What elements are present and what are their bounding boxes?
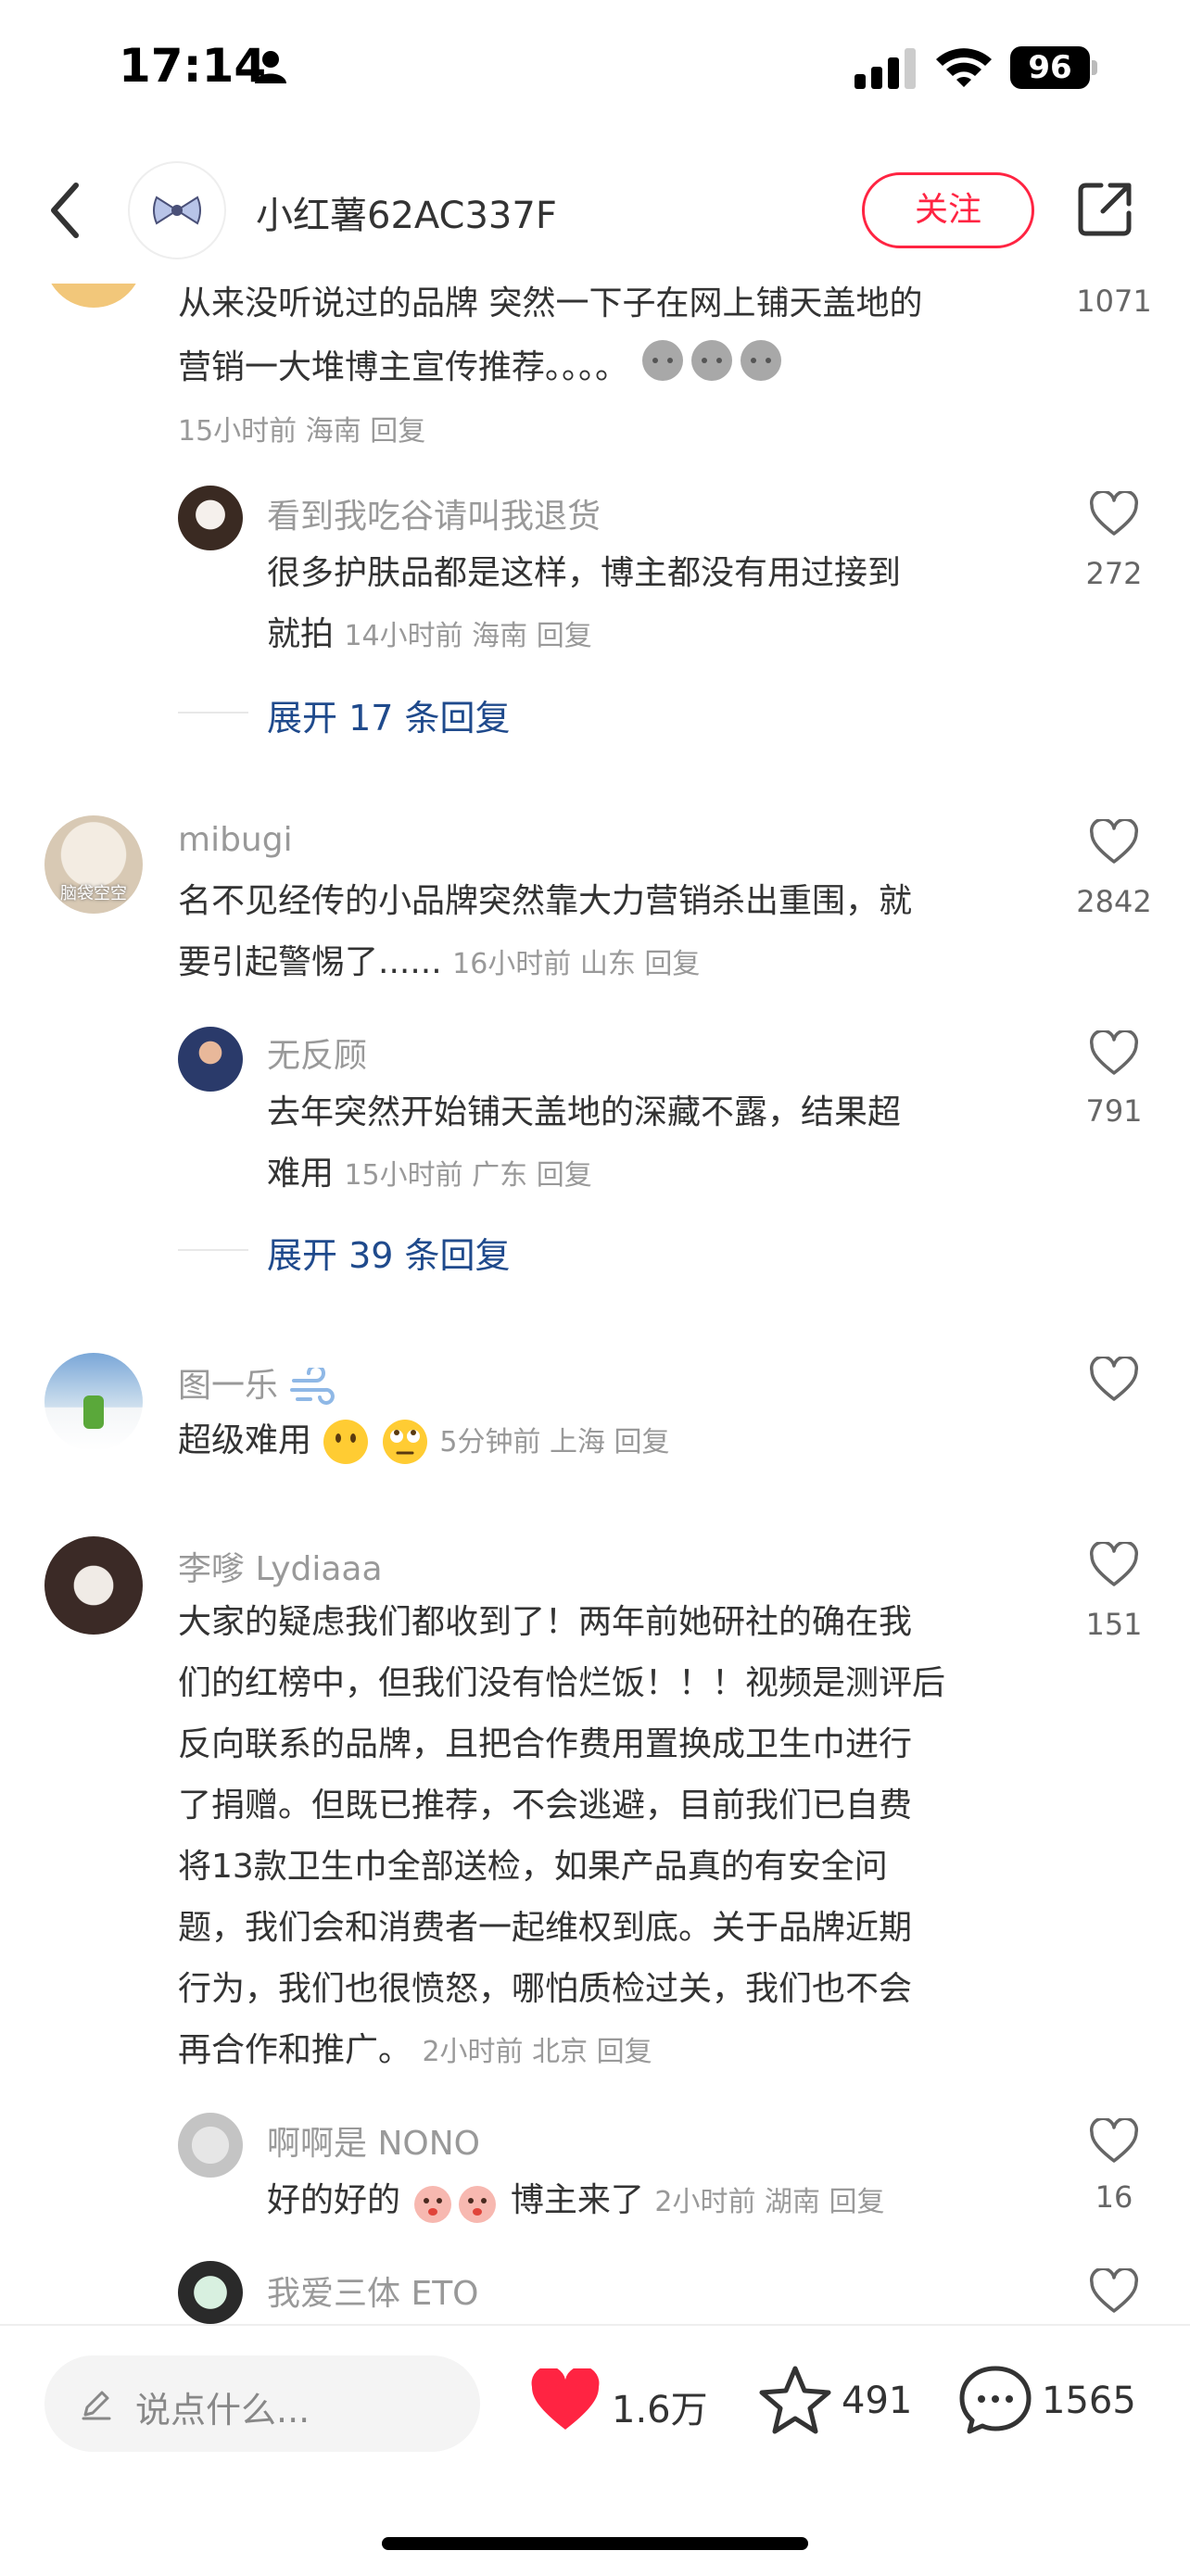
comment-text: 再合作和推广。 2小时前 北京 回复 — [178, 2031, 652, 2069]
reply-username[interactable]: 看到我吃谷请叫我退货 — [267, 489, 601, 537]
person-icon — [255, 51, 286, 83]
reply-text: 去年突然开始铺天盖地的深藏不露，结果超 — [267, 1093, 902, 1131]
comment-avatar[interactable] — [44, 1353, 143, 1451]
comment-meta[interactable]: 15小时前 海南 回复 — [178, 408, 425, 448]
expand-replies-link[interactable]: 展开 17 条回复 — [267, 689, 511, 740]
expand-replies-link[interactable]: 展开 39 条回复 — [267, 1227, 511, 1278]
wifi-icon — [936, 48, 992, 87]
comment-text: 了捐赠。但既已推荐，不会逃避，目前我们已自费 — [178, 1787, 913, 1825]
reply-text: 很多护肤品都是这样，博主都没有用过接到 — [267, 554, 902, 592]
heart-icon[interactable] — [1088, 2268, 1140, 2315]
comment-text: 名不见经传的小品牌突然靠大力营销杀出重围，就 — [178, 882, 913, 920]
comment-bubble-icon[interactable] — [958, 2365, 1032, 2435]
heart-icon[interactable] — [1088, 1030, 1140, 1077]
cute-face-emoji — [414, 2186, 497, 2223]
comment-meta[interactable]: 5分钟前 上海 回复 — [439, 1426, 669, 1458]
reply-avatar[interactable] — [178, 486, 243, 550]
dash-emoji-icon — [290, 1368, 335, 1405]
comment-username[interactable]: 李嗲 Lydiaaa — [178, 1542, 383, 1590]
avatar-caption: 脑袋空空 — [60, 884, 127, 903]
comment-text: 要引起警惕了...... 16小时前 山东 回复 — [178, 943, 701, 981]
reply-meta[interactable]: 15小时前 广东 回复 — [344, 1159, 591, 1192]
reply-meta[interactable]: 14小时前 海南 回复 — [344, 620, 591, 652]
divider — [178, 1249, 248, 1251]
like-count: 272 — [1085, 556, 1143, 591]
comment-text: 将13款卫生巾全部送检，如果产品真的有安全问 — [178, 1848, 888, 1886]
comment-meta[interactable]: 2小时前 北京 回复 — [422, 2036, 652, 2068]
sweat-emoji — [639, 335, 785, 403]
like-count: 1071 — [1076, 284, 1152, 319]
heart-icon[interactable] — [1088, 819, 1140, 865]
divider — [178, 712, 248, 713]
comment-text: 从来没听说过的品牌 突然一下子在网上铺天盖地的 — [178, 284, 923, 322]
like-count: 16 — [1095, 2179, 1133, 2215]
pencil-icon — [82, 2391, 111, 2420]
status-time: 17:14 — [119, 39, 267, 93]
reply-avatar[interactable] — [178, 1027, 243, 1092]
share-icon[interactable] — [1077, 180, 1134, 237]
battery-level: 96 — [1010, 46, 1090, 89]
heart-icon[interactable] — [1088, 2118, 1140, 2165]
reply-text: 难用 15小时前 广东 回复 — [267, 1155, 592, 1193]
bow-icon — [153, 196, 201, 225]
comment-avatar[interactable]: 脑袋空空 — [44, 815, 143, 914]
author-name[interactable]: 小红薯62AC337F — [256, 185, 557, 239]
reply-meta[interactable]: 2小时前 湖南 回复 — [654, 2186, 884, 2218]
like-count: 1.6万 — [612, 2389, 708, 2431]
comment-username[interactable]: 图一乐 — [178, 1358, 335, 1407]
speechless-face-emoji — [323, 1420, 369, 1464]
back-chevron-icon[interactable] — [44, 182, 89, 239]
like-count: 2842 — [1076, 884, 1152, 919]
comment-username[interactable]: mibugi — [178, 821, 293, 859]
heart-icon[interactable] — [1088, 1357, 1140, 1403]
reply-username[interactable]: 无反顾 — [267, 1029, 367, 1077]
collect-count: 491 — [842, 2380, 913, 2422]
comment-input[interactable]: 说点什么... — [44, 2355, 480, 2452]
reply-avatar[interactable] — [178, 2261, 243, 2324]
star-icon[interactable] — [758, 2365, 832, 2435]
like-count: 791 — [1085, 1093, 1143, 1129]
heart-icon[interactable] — [1088, 491, 1140, 537]
reply-text: 好的好的 博主来了 2小时前 湖南 回复 — [267, 2170, 885, 2233]
reply-avatar[interactable] — [178, 2113, 243, 2178]
heart-icon[interactable] — [1088, 1542, 1140, 1588]
comment-text: 超级难用 5分钟前 上海 回复 — [178, 1410, 670, 1473]
reply-username[interactable]: 我爱三体 ETO — [267, 2267, 479, 2315]
comment-text: 大家的疑虑我们都收到了！两年前她研社的确在我 — [178, 1603, 913, 1641]
home-indicator — [382, 2537, 808, 2550]
comment-input-placeholder: 说点什么... — [135, 2390, 310, 2431]
comment-meta[interactable]: 16小时前 山东 回复 — [452, 948, 700, 980]
reply-username[interactable]: 啊啊是 NONO — [267, 2116, 480, 2165]
cellular-signal-icon — [855, 48, 916, 89]
like-heart-icon[interactable] — [528, 2368, 602, 2433]
comment-text: 反向联系的品牌，且把合作费用置换成卫生巾进行 — [178, 1725, 913, 1763]
eye-roll-emoji — [382, 1420, 427, 1464]
comment-text: 题，我们会和消费者一起维权到底。关于品牌近期 — [178, 1909, 913, 1947]
comment-count: 1565 — [1042, 2380, 1136, 2422]
comment-text: 营销一大堆博主宣传推荐。。。。 — [178, 335, 785, 403]
author-avatar[interactable] — [128, 161, 226, 259]
like-count: 151 — [1085, 1607, 1143, 1642]
battery-icon: 96 — [1010, 46, 1099, 89]
reply-text: 就拍 14小时前 海南 回复 — [267, 615, 592, 653]
follow-button[interactable]: 关注 — [862, 172, 1034, 248]
comment-text: 行为，我们也很愤怒，哪怕质检过关，我们也不会 — [178, 1970, 913, 2008]
comment-text: 们的红榜中，但我们没有恰烂饭！！！视频是测评后 — [178, 1664, 946, 1702]
comment-avatar[interactable] — [44, 1536, 143, 1635]
comment-avatar[interactable] — [44, 284, 143, 308]
